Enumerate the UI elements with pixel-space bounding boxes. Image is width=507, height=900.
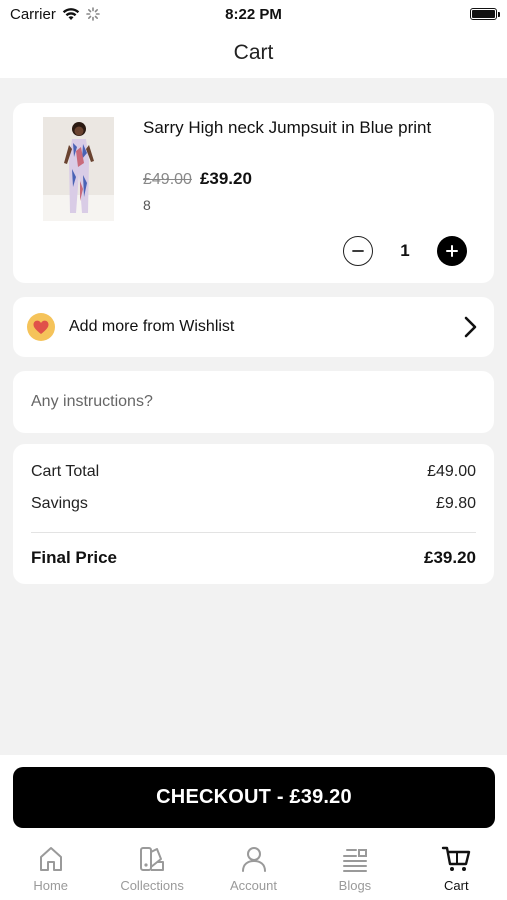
savings-value: £9.80 [435, 495, 476, 512]
tab-cart[interactable]: Cart [406, 843, 507, 900]
increase-quantity-button[interactable] [437, 236, 467, 266]
quantity-stepper: 1 [343, 236, 467, 266]
tab-account-label: Account [230, 878, 277, 893]
quantity-value: 1 [400, 241, 410, 260]
product-name[interactable]: Sarry High neck Jumpsuit in Blue print [143, 117, 443, 139]
tab-bar: Home Collections Account Blogs Cart [0, 843, 507, 900]
heart-icon [33, 320, 49, 334]
checkout-button[interactable]: CHECKOUT - £39.20 [13, 767, 495, 828]
tab-home[interactable]: Home [0, 843, 101, 900]
nav-header: Cart [0, 28, 507, 78]
cart-screen: Carrier 8:22 PM Cart Sarry High neck Jum… [0, 0, 507, 900]
summary-divider [31, 532, 476, 533]
chevron-right-icon [464, 316, 477, 338]
wifi-icon [62, 8, 80, 20]
minus-icon [352, 250, 364, 252]
product-photo-illustration [43, 117, 114, 221]
tab-home-label: Home [33, 878, 69, 893]
cart-icon [442, 846, 471, 871]
add-from-wishlist-row[interactable]: Add more from Wishlist [13, 297, 494, 357]
cart-total-row: Cart Total £49.00 [31, 461, 476, 483]
decrease-quantity-button[interactable] [343, 236, 373, 266]
sale-price: £39.20 [199, 169, 252, 188]
product-size: 8 [143, 197, 151, 213]
cart-item-card: Sarry High neck Jumpsuit in Blue print £… [13, 103, 494, 283]
account-icon [241, 847, 266, 872]
plus-icon [446, 245, 458, 257]
final-price-label: Final Price [31, 548, 117, 567]
collections-icon [140, 847, 165, 871]
bottom-area: CHECKOUT - £39.20 Home Collections Accou… [0, 755, 507, 900]
battery-icon [470, 8, 500, 20]
order-summary: Cart Total £49.00 Savings £9.80 Final Pr… [13, 444, 494, 584]
wishlist-heart-badge [27, 313, 55, 341]
savings-row: Savings £9.80 [31, 493, 476, 515]
loading-spinner-icon [86, 7, 100, 21]
cart-total-value: £49.00 [427, 463, 476, 480]
tab-cart-label: Cart [444, 878, 469, 893]
carrier-label: Carrier [10, 5, 56, 23]
tab-blogs-label: Blogs [338, 878, 372, 893]
tab-collections-label: Collections [120, 878, 184, 893]
cart-total-label: Cart Total [31, 463, 100, 480]
tab-account[interactable]: Account [203, 843, 304, 900]
savings-label: Savings [31, 495, 88, 512]
final-price-value: £39.20 [424, 548, 476, 567]
original-price: £49.00 [143, 171, 192, 188]
status-left: Carrier [10, 6, 100, 23]
tab-blogs[interactable]: Blogs [304, 843, 405, 900]
instructions-card [13, 371, 494, 433]
price-row: £49.00 £39.20 [143, 169, 252, 189]
tab-collections[interactable]: Collections [101, 843, 202, 900]
page-title: Cart [233, 41, 274, 64]
status-bar: Carrier 8:22 PM [0, 0, 507, 28]
instructions-input[interactable] [13, 371, 494, 433]
blogs-icon [342, 849, 367, 872]
home-icon [39, 847, 62, 871]
wishlist-label: Add more from Wishlist [69, 318, 235, 335]
product-image[interactable] [43, 117, 114, 221]
final-price-row: Final Price £39.20 [31, 546, 476, 570]
